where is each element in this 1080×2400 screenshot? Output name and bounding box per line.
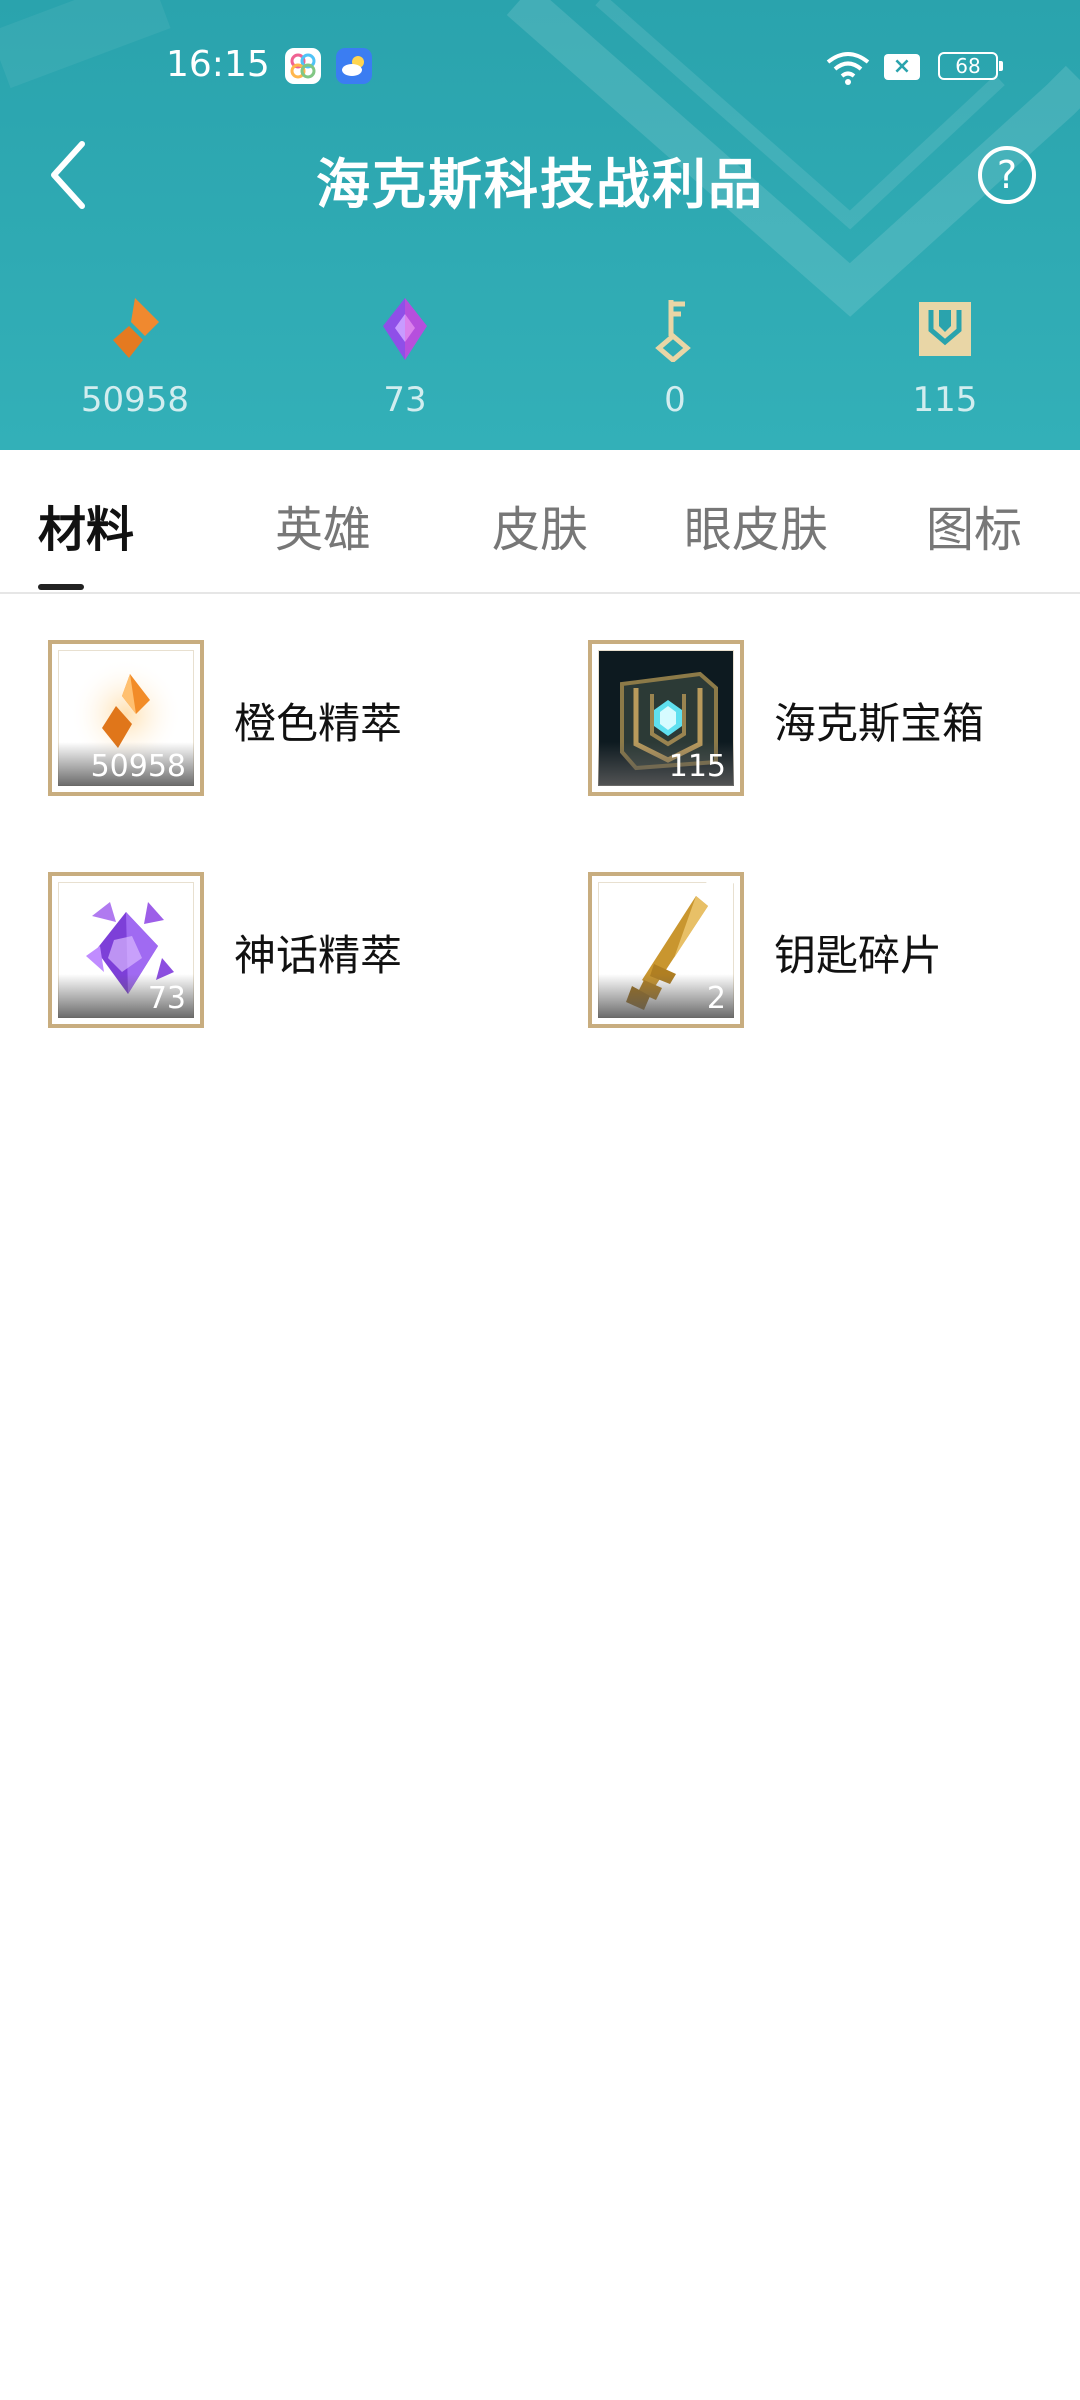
item-count: 73 <box>147 981 186 1016</box>
battery-icon: 68 <box>938 52 1003 80</box>
status-bar: 16:15 × 68 <box>0 40 1080 96</box>
list-item-hextech-chest[interactable]: 115 海克斯宝箱 <box>588 640 1080 800</box>
hextech-chest-icon <box>919 302 971 356</box>
item-count: 115 <box>668 749 726 784</box>
tab-icons[interactable]: 图标 <box>926 490 1022 560</box>
list-item-key-fragment[interactable]: 2 钥匙碎片 <box>588 872 1080 1032</box>
tab-champions[interactable]: 英雄 <box>275 490 371 560</box>
item-name: 钥匙碎片 <box>774 931 943 980</box>
list-item-orange-essence[interactable]: 50958 橙色精萃 <box>48 640 568 800</box>
tab-ward-skins[interactable]: 眼皮肤 <box>684 490 828 560</box>
item-name: 神话精萃 <box>234 931 403 980</box>
weather-icon <box>336 48 372 84</box>
item-thumbnail: 50958 <box>48 640 204 796</box>
currency-value: 50958 <box>80 380 190 420</box>
page-title: 海克斯科技战利品 <box>316 153 764 216</box>
item-count: 2 <box>706 981 726 1016</box>
currency-mythic-essence: 73 <box>305 296 505 420</box>
sim-status-icon: × <box>884 54 920 80</box>
item-name: 橙色精萃 <box>234 699 403 748</box>
item-thumbnail: 73 <box>48 872 204 1028</box>
orange-essence-icon <box>113 298 159 358</box>
app-notification-icon <box>285 48 321 84</box>
mythic-essence-icon <box>383 298 427 360</box>
battery-level: 68 <box>955 54 981 78</box>
status-time: 16:15 <box>166 44 270 85</box>
currency-value: 0 <box>664 380 686 420</box>
currency-hextech-chest: 115 <box>845 296 1045 420</box>
currency-orange-essence: 50958 <box>35 296 235 420</box>
key-icon <box>655 300 691 362</box>
currency-value: 73 <box>383 380 427 420</box>
wifi-icon <box>826 52 870 85</box>
list-item-mythic-essence[interactable]: 73 神话精萃 <box>48 872 568 1032</box>
category-tabs: 材料 英雄 皮肤 眼皮肤 图标 <box>0 450 1080 594</box>
header: 16:15 × 68 海克斯科技战利品 ? 50958 73 0 115 <box>0 0 1080 450</box>
item-count: 50958 <box>90 749 186 784</box>
tab-materials[interactable]: 材料 <box>38 490 134 560</box>
item-name: 海克斯宝箱 <box>774 699 985 748</box>
help-button[interactable]: ? <box>978 146 1036 204</box>
currency-value: 115 <box>912 380 978 420</box>
item-thumbnail: 2 <box>588 872 744 1028</box>
tab-skins[interactable]: 皮肤 <box>492 490 588 560</box>
active-tab-indicator <box>38 584 84 590</box>
item-thumbnail: 115 <box>588 640 744 796</box>
currency-key: 0 <box>575 296 775 420</box>
